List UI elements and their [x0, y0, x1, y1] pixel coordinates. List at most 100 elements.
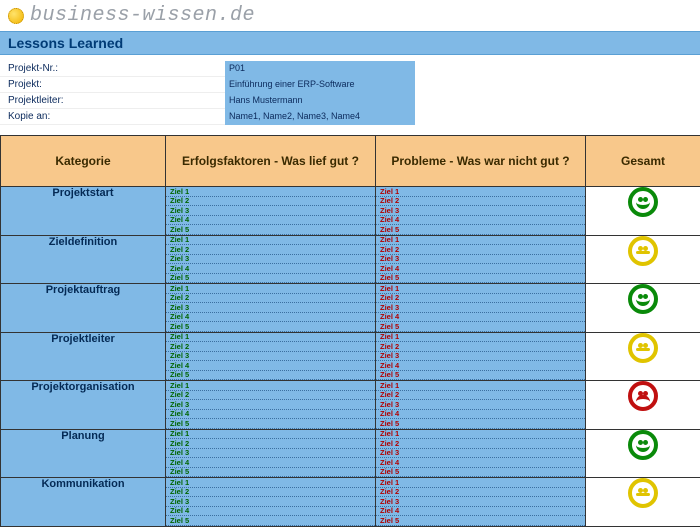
problem-cell: Ziel 1Ziel 2Ziel 3Ziel 4Ziel 5: [376, 284, 586, 333]
ziel-item: Ziel 2: [376, 245, 585, 255]
table-row: ProjektleiterZiel 1Ziel 2Ziel 3Ziel 4Zie…: [1, 332, 700, 381]
meta-value: Name1, Name2, Name3, Name4: [225, 109, 415, 125]
ziel-item: Ziel 2: [376, 488, 585, 498]
meta-value: Hans Mustermann: [225, 93, 415, 109]
ziel-item: Ziel 3: [376, 303, 585, 313]
ziel-item: Ziel 3: [166, 206, 375, 216]
ziel-item: Ziel 1: [166, 236, 375, 246]
rating-cell: [586, 478, 700, 527]
problem-cell: Ziel 1Ziel 2Ziel 3Ziel 4Ziel 5: [376, 478, 586, 527]
ziel-item: Ziel 5: [166, 274, 375, 284]
ziel-item: Ziel 1: [376, 430, 585, 440]
meta-label: Projekt:: [0, 77, 225, 93]
success-cell: Ziel 1Ziel 2Ziel 3Ziel 4Ziel 5: [166, 284, 376, 333]
smiley-yellow-icon: [628, 478, 658, 508]
ziel-item: Ziel 4: [376, 264, 585, 274]
brand-header: business-wissen.de: [0, 0, 700, 31]
problem-cell: Ziel 1Ziel 2Ziel 3Ziel 4Ziel 5: [376, 381, 586, 430]
meta-label: Kopie an:: [0, 109, 225, 125]
ziel-item: Ziel 4: [166, 216, 375, 226]
ziel-item: Ziel 4: [376, 410, 585, 420]
ziel-item: Ziel 4: [166, 507, 375, 517]
success-cell: Ziel 1Ziel 2Ziel 3Ziel 4Ziel 5: [166, 429, 376, 478]
rating-cell: [586, 381, 700, 430]
ziel-item: Ziel 3: [376, 497, 585, 507]
table-row: ProjektorganisationZiel 1Ziel 2Ziel 3Zie…: [1, 381, 700, 430]
ziel-item: Ziel 5: [166, 225, 375, 235]
ziel-item: Ziel 1: [166, 430, 375, 440]
col-category: Kategorie: [1, 136, 166, 187]
meta-row: Kopie an:Name1, Name2, Name3, Name4: [0, 109, 700, 125]
rating-cell: [586, 332, 700, 381]
ziel-item: Ziel 5: [376, 274, 585, 284]
ziel-item: Ziel 1: [376, 236, 585, 246]
ziel-item: Ziel 3: [166, 449, 375, 459]
category-cell: Projektorganisation: [1, 381, 166, 430]
ziel-item: Ziel 4: [376, 507, 585, 517]
ziel-item: Ziel 1: [376, 333, 585, 343]
smiley-green-icon: [628, 187, 658, 217]
ziel-item: Ziel 2: [166, 391, 375, 401]
problem-cell: Ziel 1Ziel 2Ziel 3Ziel 4Ziel 5: [376, 235, 586, 284]
meta-label: Projekt-Nr.:: [0, 61, 225, 77]
ziel-item: Ziel 3: [166, 497, 375, 507]
rating-cell: [586, 235, 700, 284]
ziel-item: Ziel 4: [166, 361, 375, 371]
ziel-item: Ziel 3: [376, 400, 585, 410]
ziel-item: Ziel 5: [166, 419, 375, 429]
ziel-item: Ziel 1: [166, 333, 375, 343]
success-cell: Ziel 1Ziel 2Ziel 3Ziel 4Ziel 5: [166, 332, 376, 381]
ziel-item: Ziel 5: [376, 371, 585, 381]
meta-row: Projekt:Einführung einer ERP-Software: [0, 77, 700, 93]
col-good: Erfolgsfaktoren - Was lief gut ?: [166, 136, 376, 187]
ziel-item: Ziel 4: [166, 313, 375, 323]
ziel-item: Ziel 4: [166, 264, 375, 274]
ziel-item: Ziel 1: [166, 478, 375, 488]
meta-label: Projektleiter:: [0, 93, 225, 109]
meta-row: Projektleiter:Hans Mustermann: [0, 93, 700, 109]
meta-row: Projekt-Nr.:P01: [0, 61, 700, 77]
smiley-red-icon: [628, 381, 658, 411]
logo-icon: [8, 8, 24, 24]
smiley-green-icon: [628, 284, 658, 314]
ziel-item: Ziel 1: [376, 187, 585, 197]
problem-cell: Ziel 1Ziel 2Ziel 3Ziel 4Ziel 5: [376, 429, 586, 478]
problem-cell: Ziel 1Ziel 2Ziel 3Ziel 4Ziel 5: [376, 187, 586, 236]
ziel-item: Ziel 1: [166, 187, 375, 197]
success-cell: Ziel 1Ziel 2Ziel 3Ziel 4Ziel 5: [166, 381, 376, 430]
meta-value: P01: [225, 61, 415, 77]
meta-value: Einführung einer ERP-Software: [225, 77, 415, 93]
ziel-item: Ziel 5: [376, 419, 585, 429]
rating-cell: [586, 187, 700, 236]
ziel-item: Ziel 2: [166, 197, 375, 207]
ziel-item: Ziel 2: [376, 342, 585, 352]
ziel-item: Ziel 3: [166, 400, 375, 410]
ziel-item: Ziel 3: [376, 255, 585, 265]
smiley-green-icon: [628, 430, 658, 460]
success-cell: Ziel 1Ziel 2Ziel 3Ziel 4Ziel 5: [166, 478, 376, 527]
problem-cell: Ziel 1Ziel 2Ziel 3Ziel 4Ziel 5: [376, 332, 586, 381]
ziel-item: Ziel 5: [376, 468, 585, 478]
ziel-item: Ziel 4: [376, 458, 585, 468]
lessons-table: Kategorie Erfolgsfaktoren - Was lief gut…: [0, 135, 700, 527]
ziel-item: Ziel 3: [166, 255, 375, 265]
ziel-item: Ziel 4: [376, 313, 585, 323]
category-cell: Projektleiter: [1, 332, 166, 381]
ziel-item: Ziel 4: [166, 410, 375, 420]
category-cell: Zieldefinition: [1, 235, 166, 284]
ziel-item: Ziel 2: [376, 197, 585, 207]
brand-text: business-wissen.de: [30, 4, 255, 27]
success-cell: Ziel 1Ziel 2Ziel 3Ziel 4Ziel 5: [166, 187, 376, 236]
col-bad: Probleme - Was war nicht gut ?: [376, 136, 586, 187]
ziel-item: Ziel 5: [166, 516, 375, 526]
category-cell: Planung: [1, 429, 166, 478]
ziel-item: Ziel 2: [166, 245, 375, 255]
table-row: PlanungZiel 1Ziel 2Ziel 3Ziel 4Ziel 5Zie…: [1, 429, 700, 478]
ziel-item: Ziel 3: [376, 206, 585, 216]
table-row: ProjektauftragZiel 1Ziel 2Ziel 3Ziel 4Zi…: [1, 284, 700, 333]
smiley-yellow-icon: [628, 333, 658, 363]
ziel-item: Ziel 3: [166, 303, 375, 313]
ziel-item: Ziel 4: [166, 458, 375, 468]
smiley-yellow-icon: [628, 236, 658, 266]
success-cell: Ziel 1Ziel 2Ziel 3Ziel 4Ziel 5: [166, 235, 376, 284]
